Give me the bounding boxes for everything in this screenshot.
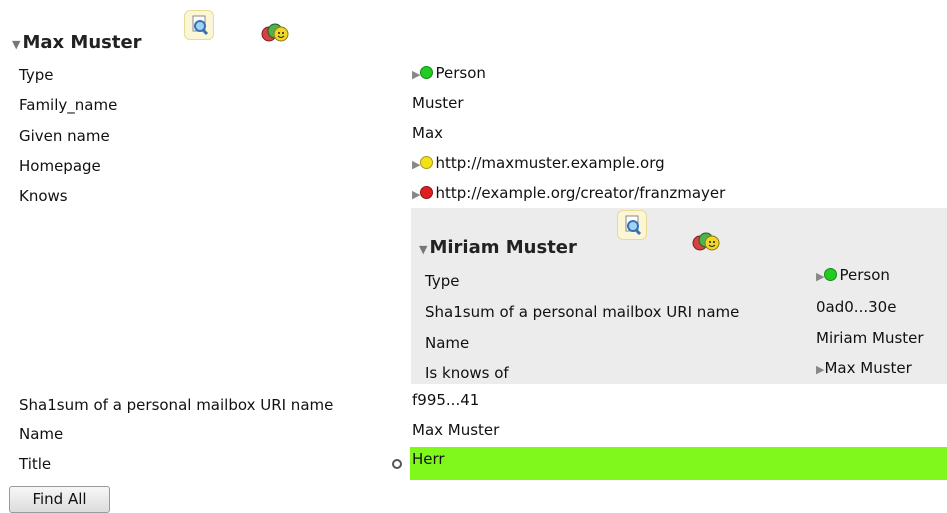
nested-name-label: Name — [425, 334, 470, 352]
knows-value[interactable]: ▶ http://example.org/creator/franzmayer — [412, 183, 725, 205]
collapse-triangle-icon[interactable]: ▼ — [12, 38, 20, 51]
nested-is-knows-of-value[interactable]: ▶Max Muster — [816, 358, 912, 380]
nested-view-faces-button[interactable] — [691, 231, 721, 253]
status-dot-green-icon — [824, 268, 838, 281]
expand-arrow-icon[interactable]: ▶ — [412, 158, 420, 171]
family-name-value: Muster — [412, 94, 464, 112]
nested-name-value: Miriam Muster — [816, 329, 924, 347]
title-value-highlight — [410, 447, 947, 480]
inspect-magnifier-icon — [184, 10, 214, 40]
main-header: ▼ Max Muster — [12, 32, 142, 53]
inspect-magnifier-icon — [617, 210, 647, 240]
homepage-link[interactable]: http://maxmuster.example.org — [435, 154, 664, 172]
title-radio-button[interactable] — [392, 459, 402, 469]
status-dot-red-icon — [420, 186, 434, 199]
nested-type-value[interactable]: ▶ Person — [816, 265, 890, 287]
inspect-button[interactable] — [184, 10, 214, 40]
collapse-triangle-icon[interactable]: ▼ — [419, 243, 427, 256]
name-label: Name — [19, 425, 64, 443]
sha1-value: f995...41 — [412, 391, 480, 409]
resource-title: Max Muster — [22, 32, 142, 53]
view-faces-button[interactable] — [260, 22, 290, 44]
status-dot-green-icon — [420, 66, 434, 79]
nested-is-knows-of-label: Is knows of — [425, 364, 509, 382]
nested-sha1-label: Sha1sum of a personal mailbox URI name — [425, 303, 740, 321]
given-name-value: Max — [412, 124, 444, 142]
homepage-label: Homepage — [19, 157, 101, 175]
name-value: Max Muster — [412, 421, 500, 439]
find-all-button[interactable]: Find All — [9, 486, 110, 513]
family-name-label: Family_name — [19, 96, 118, 114]
colored-faces-icon — [261, 23, 289, 42]
given-name-label: Given name — [19, 127, 110, 145]
expand-arrow-icon[interactable]: ▶ — [412, 68, 420, 81]
knows-link[interactable]: http://example.org/creator/franzmayer — [435, 184, 725, 202]
colored-faces-icon — [692, 232, 720, 251]
nested-sha1-value: 0ad0...30e — [816, 298, 897, 316]
expand-arrow-icon[interactable]: ▶ — [412, 188, 420, 201]
type-value[interactable]: ▶ Person — [412, 63, 486, 85]
type-label: Type — [19, 66, 54, 84]
title-value[interactable]: Herr — [412, 449, 445, 469]
status-dot-yellow-icon — [420, 156, 434, 169]
nested-inspect-button[interactable] — [617, 210, 647, 240]
expand-arrow-icon[interactable]: ▶ — [816, 270, 824, 283]
max-muster-link[interactable]: Max Muster — [824, 359, 911, 377]
title-label: Title — [19, 455, 52, 473]
nested-resource-title: Miriam Muster — [429, 237, 577, 258]
nested-header: ▼ Miriam Muster — [419, 237, 577, 258]
sha1-label: Sha1sum of a personal mailbox URI name — [19, 396, 334, 414]
nested-type-label: Type — [425, 272, 460, 290]
knows-label: Knows — [19, 187, 68, 205]
homepage-value[interactable]: ▶ http://maxmuster.example.org — [412, 153, 665, 175]
